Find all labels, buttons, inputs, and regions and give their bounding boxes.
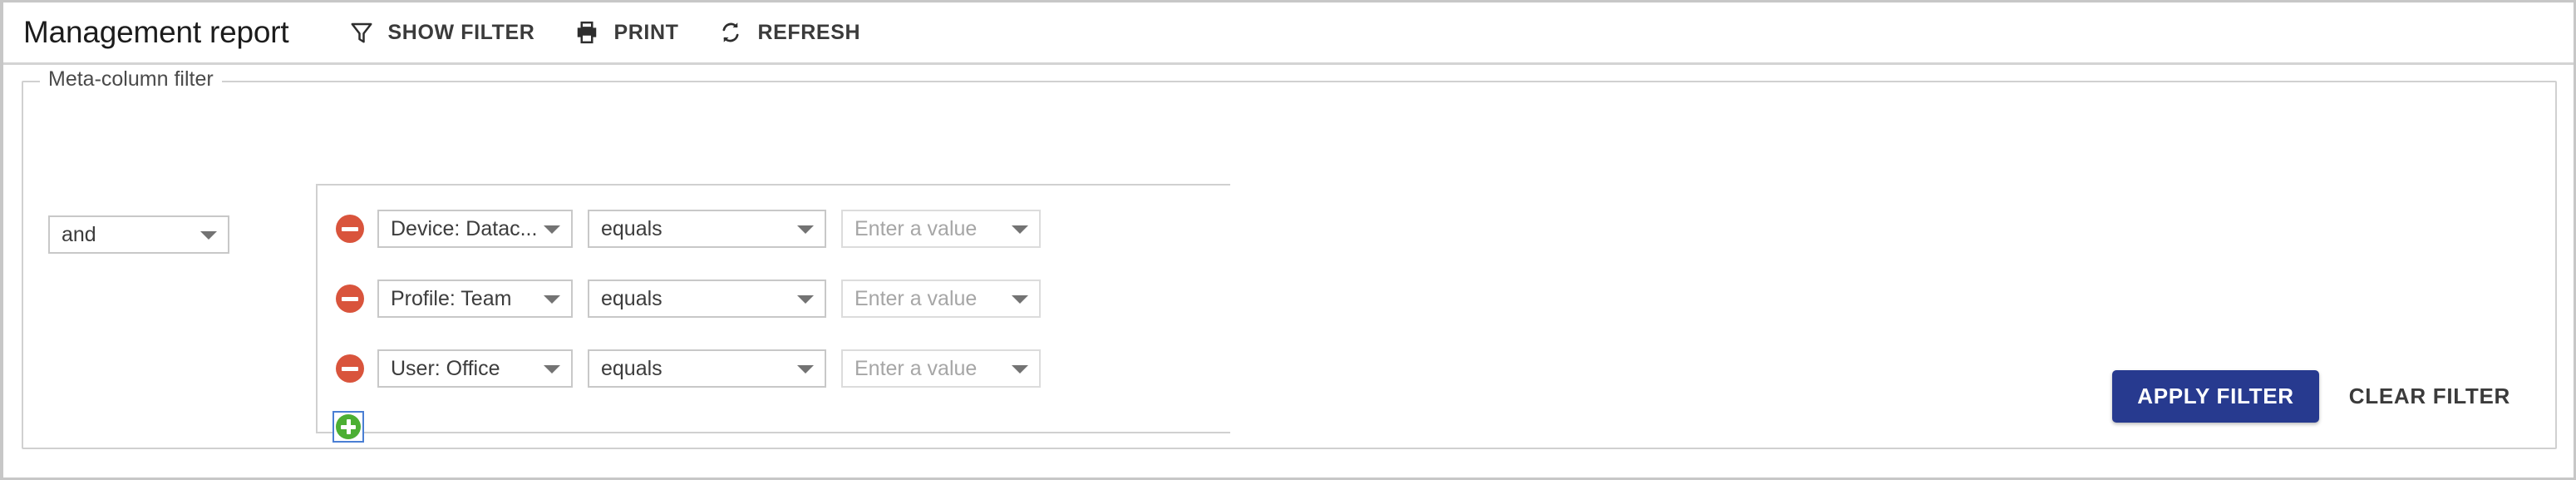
report-toolbar: SHOW FILTER PRINT REFRESH (329, 12, 881, 53)
filter-field-select[interactable]: Device: Datac... (377, 210, 573, 248)
chevron-down-icon (200, 231, 217, 240)
filter-field-select-wrapper: User: Office (377, 349, 573, 388)
filter-field-value: Profile: Team (391, 286, 512, 310)
refresh-label: REFRESH (757, 20, 861, 44)
chevron-down-icon (544, 295, 560, 304)
conjunction-value: and (62, 222, 96, 246)
plus-icon (336, 414, 361, 439)
filter-icon (349, 20, 374, 45)
filter-field-select[interactable]: Profile: Team (377, 280, 573, 318)
management-report-page: Management report SHOW FILTER PRINT REFR… (0, 0, 2576, 480)
filter-value-placeholder: Enter a value (855, 216, 978, 240)
refresh-button[interactable]: REFRESH (698, 12, 880, 53)
remove-filter-row-button[interactable] (336, 285, 364, 313)
chevron-down-icon (544, 365, 560, 374)
meta-column-filter-legend: Meta-column filter (40, 67, 222, 92)
printer-icon (574, 20, 599, 45)
print-button[interactable]: PRINT (554, 12, 698, 53)
page-header: Management report SHOW FILTER PRINT REFR… (3, 2, 2574, 65)
chevron-down-icon (544, 225, 560, 234)
chevron-down-icon (797, 365, 814, 374)
remove-filter-row-button[interactable] (336, 215, 364, 243)
remove-filter-row-button[interactable] (336, 354, 364, 383)
filter-value-input-wrapper: Enter a value (841, 280, 1041, 318)
filter-operator-select[interactable]: equals (588, 349, 826, 388)
refresh-icon (718, 20, 743, 45)
filter-operator-value: equals (601, 286, 662, 310)
apply-filter-button[interactable]: APPLY FILTER (2112, 370, 2319, 423)
clear-filter-button[interactable]: CLEAR FILTER (2327, 370, 2532, 423)
filter-operator-select[interactable]: equals (588, 280, 826, 318)
filter-value-input[interactable]: Enter a value (841, 210, 1041, 248)
filter-value-input-wrapper: Enter a value (841, 349, 1041, 388)
filter-value-input-wrapper: Enter a value (841, 210, 1041, 248)
filter-field-value: Device: Datac... (391, 216, 538, 240)
conjunction-select-wrapper: and (48, 215, 229, 254)
show-filter-button[interactable]: SHOW FILTER (329, 12, 555, 53)
add-filter-row-container (318, 403, 1230, 450)
page-title: Management report (23, 15, 289, 49)
filter-row: Profile: Team equals Enter a value (318, 264, 1230, 334)
chevron-down-icon (797, 295, 814, 304)
filter-field-select[interactable]: User: Office (377, 349, 573, 388)
filter-operator-select-wrapper: equals (588, 280, 826, 318)
show-filter-label: SHOW FILTER (387, 20, 535, 44)
filter-value-placeholder: Enter a value (855, 286, 978, 310)
filter-field-select-wrapper: Profile: Team (377, 280, 573, 318)
filter-value-placeholder: Enter a value (855, 356, 978, 380)
conjunction-select[interactable]: and (48, 215, 229, 254)
filter-field-value: User: Office (391, 356, 500, 380)
filter-operator-select-wrapper: equals (588, 210, 826, 248)
filter-operator-value: equals (601, 356, 662, 380)
filter-operator-value: equals (601, 216, 662, 240)
filter-rows-group: Device: Datac... equals Enter a value Pr… (316, 184, 1230, 443)
filter-value-input[interactable]: Enter a value (841, 280, 1041, 318)
filter-actions: APPLY FILTER CLEAR FILTER (2112, 370, 2532, 423)
filter-row: User: Office equals Enter a value (318, 334, 1230, 403)
add-filter-row-button[interactable] (332, 411, 364, 443)
filter-field-select-wrapper: Device: Datac... (377, 210, 573, 248)
filter-operator-select[interactable]: equals (588, 210, 826, 248)
print-label: PRINT (613, 20, 679, 44)
chevron-down-icon (1012, 295, 1028, 304)
meta-column-filter-panel: Meta-column filter and Device: Datac... (22, 67, 2557, 449)
filter-value-input[interactable]: Enter a value (841, 349, 1041, 388)
filter-operator-select-wrapper: equals (588, 349, 826, 388)
filter-row: Device: Datac... equals Enter a value (318, 194, 1230, 264)
chevron-down-icon (797, 225, 814, 234)
chevron-down-icon (1012, 225, 1028, 234)
chevron-down-icon (1012, 365, 1028, 374)
